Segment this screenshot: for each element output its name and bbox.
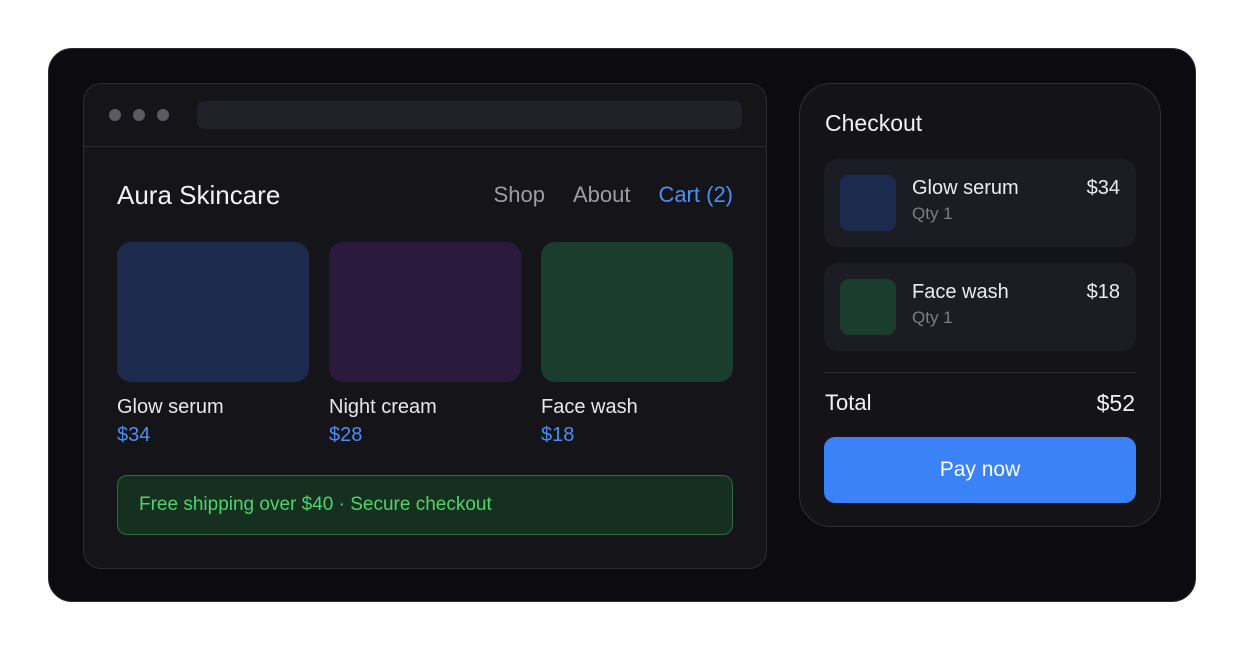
checkout-divider [824,372,1136,373]
cart-item-name: Face wash [912,281,1009,303]
cart-item-qty: Qty 1 [912,204,953,223]
product-image[interactable] [329,242,521,382]
cart-item-name: Glow serum [912,177,1019,199]
cart-item-qty: Qty 1 [912,308,953,327]
checkout-title: Checkout [825,110,923,136]
product-name: Glow serum [117,396,224,418]
window-maximize-dot[interactable] [157,109,169,121]
cart-item-thumbnail [840,175,896,231]
product-card[interactable]: Face wash $18 [541,242,733,447]
browser-chrome [84,84,766,147]
product-card[interactable]: Night cream $28 [329,242,521,447]
window-minimize-dot[interactable] [133,109,145,121]
product-image[interactable] [117,242,309,382]
cart-item-thumbnail [840,279,896,335]
site-header: Aura Skincare Shop About Cart (2) [117,180,733,210]
product-card[interactable]: Glow serum $34 [117,242,309,447]
brand-logo[interactable]: Aura Skincare [117,180,280,211]
cart-item-price: $18 [1086,281,1120,303]
product-price: $18 [541,424,575,446]
product-price: $34 [117,424,151,446]
cart-line-item: Glow serum Qty 1 $34 [824,159,1136,247]
product-image[interactable] [541,242,733,382]
product-name: Face wash [541,396,638,418]
product-name: Night cream [329,396,437,418]
nav-shop-link[interactable]: Shop [494,182,545,208]
cart-line-item: Face wash Qty 1 $18 [824,263,1136,351]
checkout-panel: Checkout Glow serum Qty 1 $34 Face wash … [799,83,1161,527]
product-grid: Glow serum $34 Night cream $28 Face wash… [117,242,733,447]
total-label: Total [825,390,872,415]
cart-item-price: $34 [1086,177,1120,199]
shipping-banner: Free shipping over $40 · Secure checkout [117,475,733,535]
address-bar[interactable] [197,101,742,129]
window-close-dot[interactable] [109,109,121,121]
pay-now-button[interactable]: Pay now [824,437,1136,503]
product-price: $28 [329,424,363,446]
app-stage: Aura Skincare Shop About Cart (2) Glow s… [48,48,1196,602]
total-value: $52 [1096,390,1135,416]
nav-about-link[interactable]: About [573,182,631,208]
site-nav: Shop About Cart (2) [494,182,733,208]
nav-cart-link[interactable]: Cart (2) [658,182,733,208]
browser-window: Aura Skincare Shop About Cart (2) Glow s… [83,83,767,569]
